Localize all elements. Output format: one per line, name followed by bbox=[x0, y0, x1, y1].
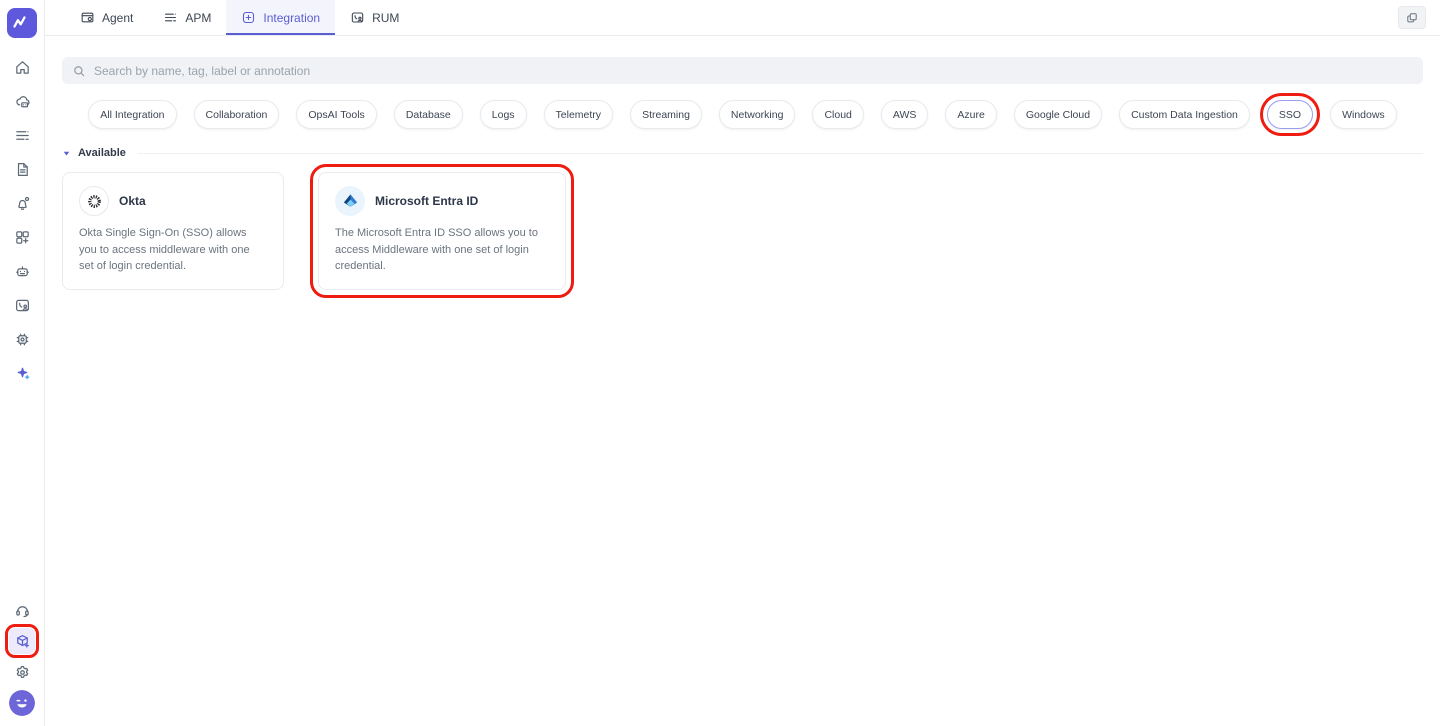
logs-icon bbox=[14, 161, 31, 178]
filter-chip-google-cloud[interactable]: Google Cloud bbox=[1014, 100, 1102, 129]
card-description: The Microsoft Entra ID SSO allows you to… bbox=[335, 225, 549, 275]
sidebar-item-support[interactable] bbox=[9, 597, 35, 623]
tab-rum[interactable]: RUM bbox=[335, 0, 414, 35]
user-avatar[interactable] bbox=[9, 690, 35, 716]
sidebar-nav-bottom bbox=[9, 597, 35, 716]
agent-icon bbox=[80, 10, 95, 25]
tab-agent[interactable]: Agent bbox=[65, 0, 148, 35]
filter-chip-opsai-tools[interactable]: OpsAI Tools bbox=[296, 100, 376, 129]
card-title: Microsoft Entra ID bbox=[375, 194, 478, 208]
sidebar-item-infrastructure[interactable] bbox=[9, 88, 35, 114]
tab-integration[interactable]: Integration bbox=[226, 0, 335, 35]
card-description: Okta Single Sign-On (SSO) allows you to … bbox=[79, 225, 267, 275]
home-icon bbox=[14, 59, 31, 76]
sidebar-item-ai-assistant[interactable] bbox=[9, 360, 35, 386]
sidebar-item-apm[interactable] bbox=[9, 122, 35, 148]
integration-cards: Okta Okta Single Sign-On (SSO) allows you… bbox=[62, 172, 1423, 290]
integration-icon bbox=[241, 10, 256, 25]
sidebar-item-logs[interactable] bbox=[9, 156, 35, 182]
section-title: Available bbox=[78, 147, 126, 159]
sidebar-item-alerts[interactable] bbox=[9, 190, 35, 216]
tab-label: Integration bbox=[263, 11, 320, 25]
host-icon bbox=[14, 331, 31, 348]
ai-assistant-icon bbox=[14, 365, 31, 382]
filter-chip-collaboration[interactable]: Collaboration bbox=[194, 100, 280, 129]
sidebar-item-host[interactable] bbox=[9, 326, 35, 352]
support-icon bbox=[14, 602, 31, 619]
filter-chip-database[interactable]: Database bbox=[394, 100, 463, 129]
card-header: Okta bbox=[79, 186, 267, 216]
tab-label: RUM bbox=[372, 11, 399, 25]
middleware-logo[interactable] bbox=[7, 8, 37, 38]
integration-card-microsoft-entra-id[interactable]: Microsoft Entra ID The Microsoft Entra ID… bbox=[318, 172, 566, 290]
copy-icon bbox=[1405, 11, 1419, 25]
filter-chip-sso[interactable]: SSO bbox=[1267, 100, 1313, 129]
rum-icon bbox=[14, 297, 31, 314]
microsoft-entra-id-logo bbox=[335, 186, 365, 216]
filter-chip-cloud[interactable]: Cloud bbox=[812, 100, 863, 129]
apm-icon bbox=[14, 127, 31, 144]
filter-chip-logs[interactable]: Logs bbox=[480, 100, 527, 129]
sidebar-item-ai-bot[interactable] bbox=[9, 258, 35, 284]
sidebar-item-home[interactable] bbox=[9, 54, 35, 80]
filter-chip-all-integration[interactable]: All Integration bbox=[88, 100, 176, 129]
caret-down-icon[interactable] bbox=[62, 149, 71, 158]
rum-icon bbox=[350, 10, 365, 25]
search-input[interactable] bbox=[94, 64, 1413, 78]
filter-chip-telemetry[interactable]: Telemetry bbox=[544, 100, 614, 129]
sidebar-item-rum[interactable] bbox=[9, 292, 35, 318]
section-divider bbox=[138, 153, 1423, 154]
ai-bot-icon bbox=[14, 263, 31, 280]
infrastructure-icon bbox=[14, 93, 31, 110]
tab-apm[interactable]: APM bbox=[148, 0, 226, 35]
filter-chip-streaming[interactable]: Streaming bbox=[630, 100, 702, 129]
okta-logo bbox=[79, 186, 109, 216]
sidebar-item-settings[interactable] bbox=[9, 659, 35, 685]
tab-label: APM bbox=[185, 11, 211, 25]
filter-chip-networking[interactable]: Networking bbox=[719, 100, 796, 129]
filter-chip-aws[interactable]: AWS bbox=[881, 100, 929, 129]
sidebar bbox=[0, 0, 45, 726]
filter-chip-azure[interactable]: Azure bbox=[945, 100, 996, 129]
sidebar-item-dashboards[interactable] bbox=[9, 224, 35, 250]
filter-chip-windows[interactable]: Windows bbox=[1330, 100, 1397, 129]
available-section-header: Available bbox=[62, 147, 1423, 159]
sidebar-item-integrations[interactable] bbox=[9, 628, 35, 654]
content: All Integration Collaboration OpsAI Tools D… bbox=[45, 36, 1440, 290]
card-header: Microsoft Entra ID bbox=[335, 186, 549, 216]
main-area: Agent APM Integration RUM All Integration Co… bbox=[45, 0, 1440, 726]
sidebar-nav-top bbox=[9, 54, 35, 386]
search-icon bbox=[72, 64, 86, 78]
search-bar[interactable] bbox=[62, 57, 1423, 84]
app-root: Agent APM Integration RUM All Integration Co… bbox=[0, 0, 1440, 726]
settings-icon bbox=[14, 664, 31, 681]
apm-icon bbox=[163, 10, 178, 25]
integration-card-okta[interactable]: Okta Okta Single Sign-On (SSO) allows you… bbox=[62, 172, 284, 290]
integrations-icon bbox=[14, 633, 31, 650]
card-title: Okta bbox=[119, 194, 146, 208]
top-tab-bar: Agent APM Integration RUM bbox=[45, 0, 1440, 36]
filter-chips: All Integration Collaboration OpsAI Tools D… bbox=[62, 100, 1423, 129]
tab-label: Agent bbox=[102, 11, 133, 25]
dashboards-icon bbox=[14, 229, 31, 246]
copy-button[interactable] bbox=[1398, 6, 1426, 29]
tabs: Agent APM Integration RUM bbox=[65, 0, 414, 35]
alerts-icon bbox=[14, 195, 31, 212]
filter-chip-custom-data-ingestion[interactable]: Custom Data Ingestion bbox=[1119, 100, 1250, 129]
